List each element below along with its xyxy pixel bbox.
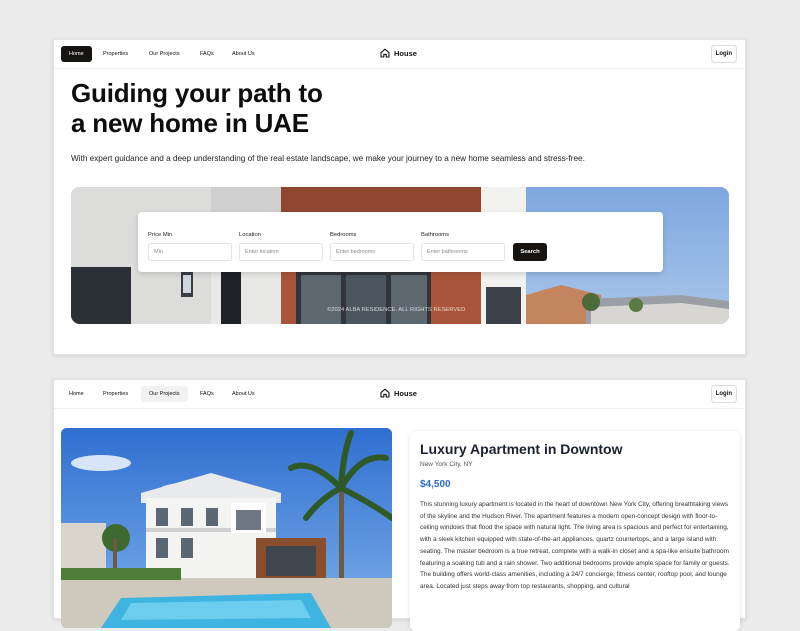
house-icon xyxy=(380,388,390,398)
brand-logo[interactable]: House xyxy=(380,388,417,398)
nav-home[interactable]: Home xyxy=(61,46,92,62)
villa-with-pool-illustration xyxy=(61,428,392,628)
location-label: Location xyxy=(239,232,261,238)
landing-page-frame: Home Properties Our Projects FAQs About … xyxy=(53,39,746,355)
bedrooms-input[interactable] xyxy=(330,243,414,261)
nav-our-projects[interactable]: Our Projects xyxy=(141,46,188,62)
nav-faqs[interactable]: FAQs xyxy=(192,46,222,62)
brand-name: House xyxy=(394,48,417,58)
price-min-label: Price Min xyxy=(148,232,173,238)
nav-about-us[interactable]: About Us xyxy=(224,46,263,62)
hero-title: Guiding your path to a new home in UAE xyxy=(71,78,323,138)
nav-our-projects[interactable]: Our Projects xyxy=(141,386,188,402)
project-detail-frame: Home Properties Our Projects FAQs About … xyxy=(53,379,746,631)
top-nav: Home Properties Our Projects FAQs About … xyxy=(54,380,745,409)
listing-card: Luxury Apartment in Downtow New York Cit… xyxy=(410,431,740,631)
listing-description: This stunning luxury apartment is locate… xyxy=(420,501,730,590)
location-input[interactable] xyxy=(239,243,323,261)
listing-location: New York City, NY xyxy=(420,461,473,468)
search-button[interactable]: Search xyxy=(513,243,547,261)
brand-name: House xyxy=(394,388,417,398)
copyright-text: ©2024 ALBA RESIDENCE. ALL RIGHTS RESERVE… xyxy=(327,307,466,313)
nav-properties[interactable]: Properties xyxy=(95,46,136,62)
bathrooms-input[interactable] xyxy=(421,243,505,261)
property-search-card: Price Min Location Bedrooms Bathrooms Se… xyxy=(138,212,663,272)
nav-properties[interactable]: Properties xyxy=(95,386,136,402)
login-button[interactable]: Login xyxy=(710,45,737,63)
price-min-input[interactable] xyxy=(148,243,232,261)
nav-about-us[interactable]: About Us xyxy=(224,386,263,402)
bedrooms-label: Bedrooms xyxy=(330,232,357,238)
nav-faqs[interactable]: FAQs xyxy=(192,386,222,402)
hero-subtitle: With expert guidance and a deep understa… xyxy=(71,154,585,163)
listing-title: Luxury Apartment in Downtow xyxy=(420,441,623,457)
brand-logo[interactable]: House xyxy=(380,48,417,58)
bathrooms-label: Bathrooms xyxy=(421,232,450,238)
login-button[interactable]: Login xyxy=(710,385,737,403)
property-photo xyxy=(61,428,392,628)
house-icon xyxy=(380,48,390,58)
listing-price: $4,500 xyxy=(420,479,451,490)
nav-home[interactable]: Home xyxy=(61,386,92,402)
top-nav: Home Properties Our Projects FAQs About … xyxy=(54,40,745,69)
